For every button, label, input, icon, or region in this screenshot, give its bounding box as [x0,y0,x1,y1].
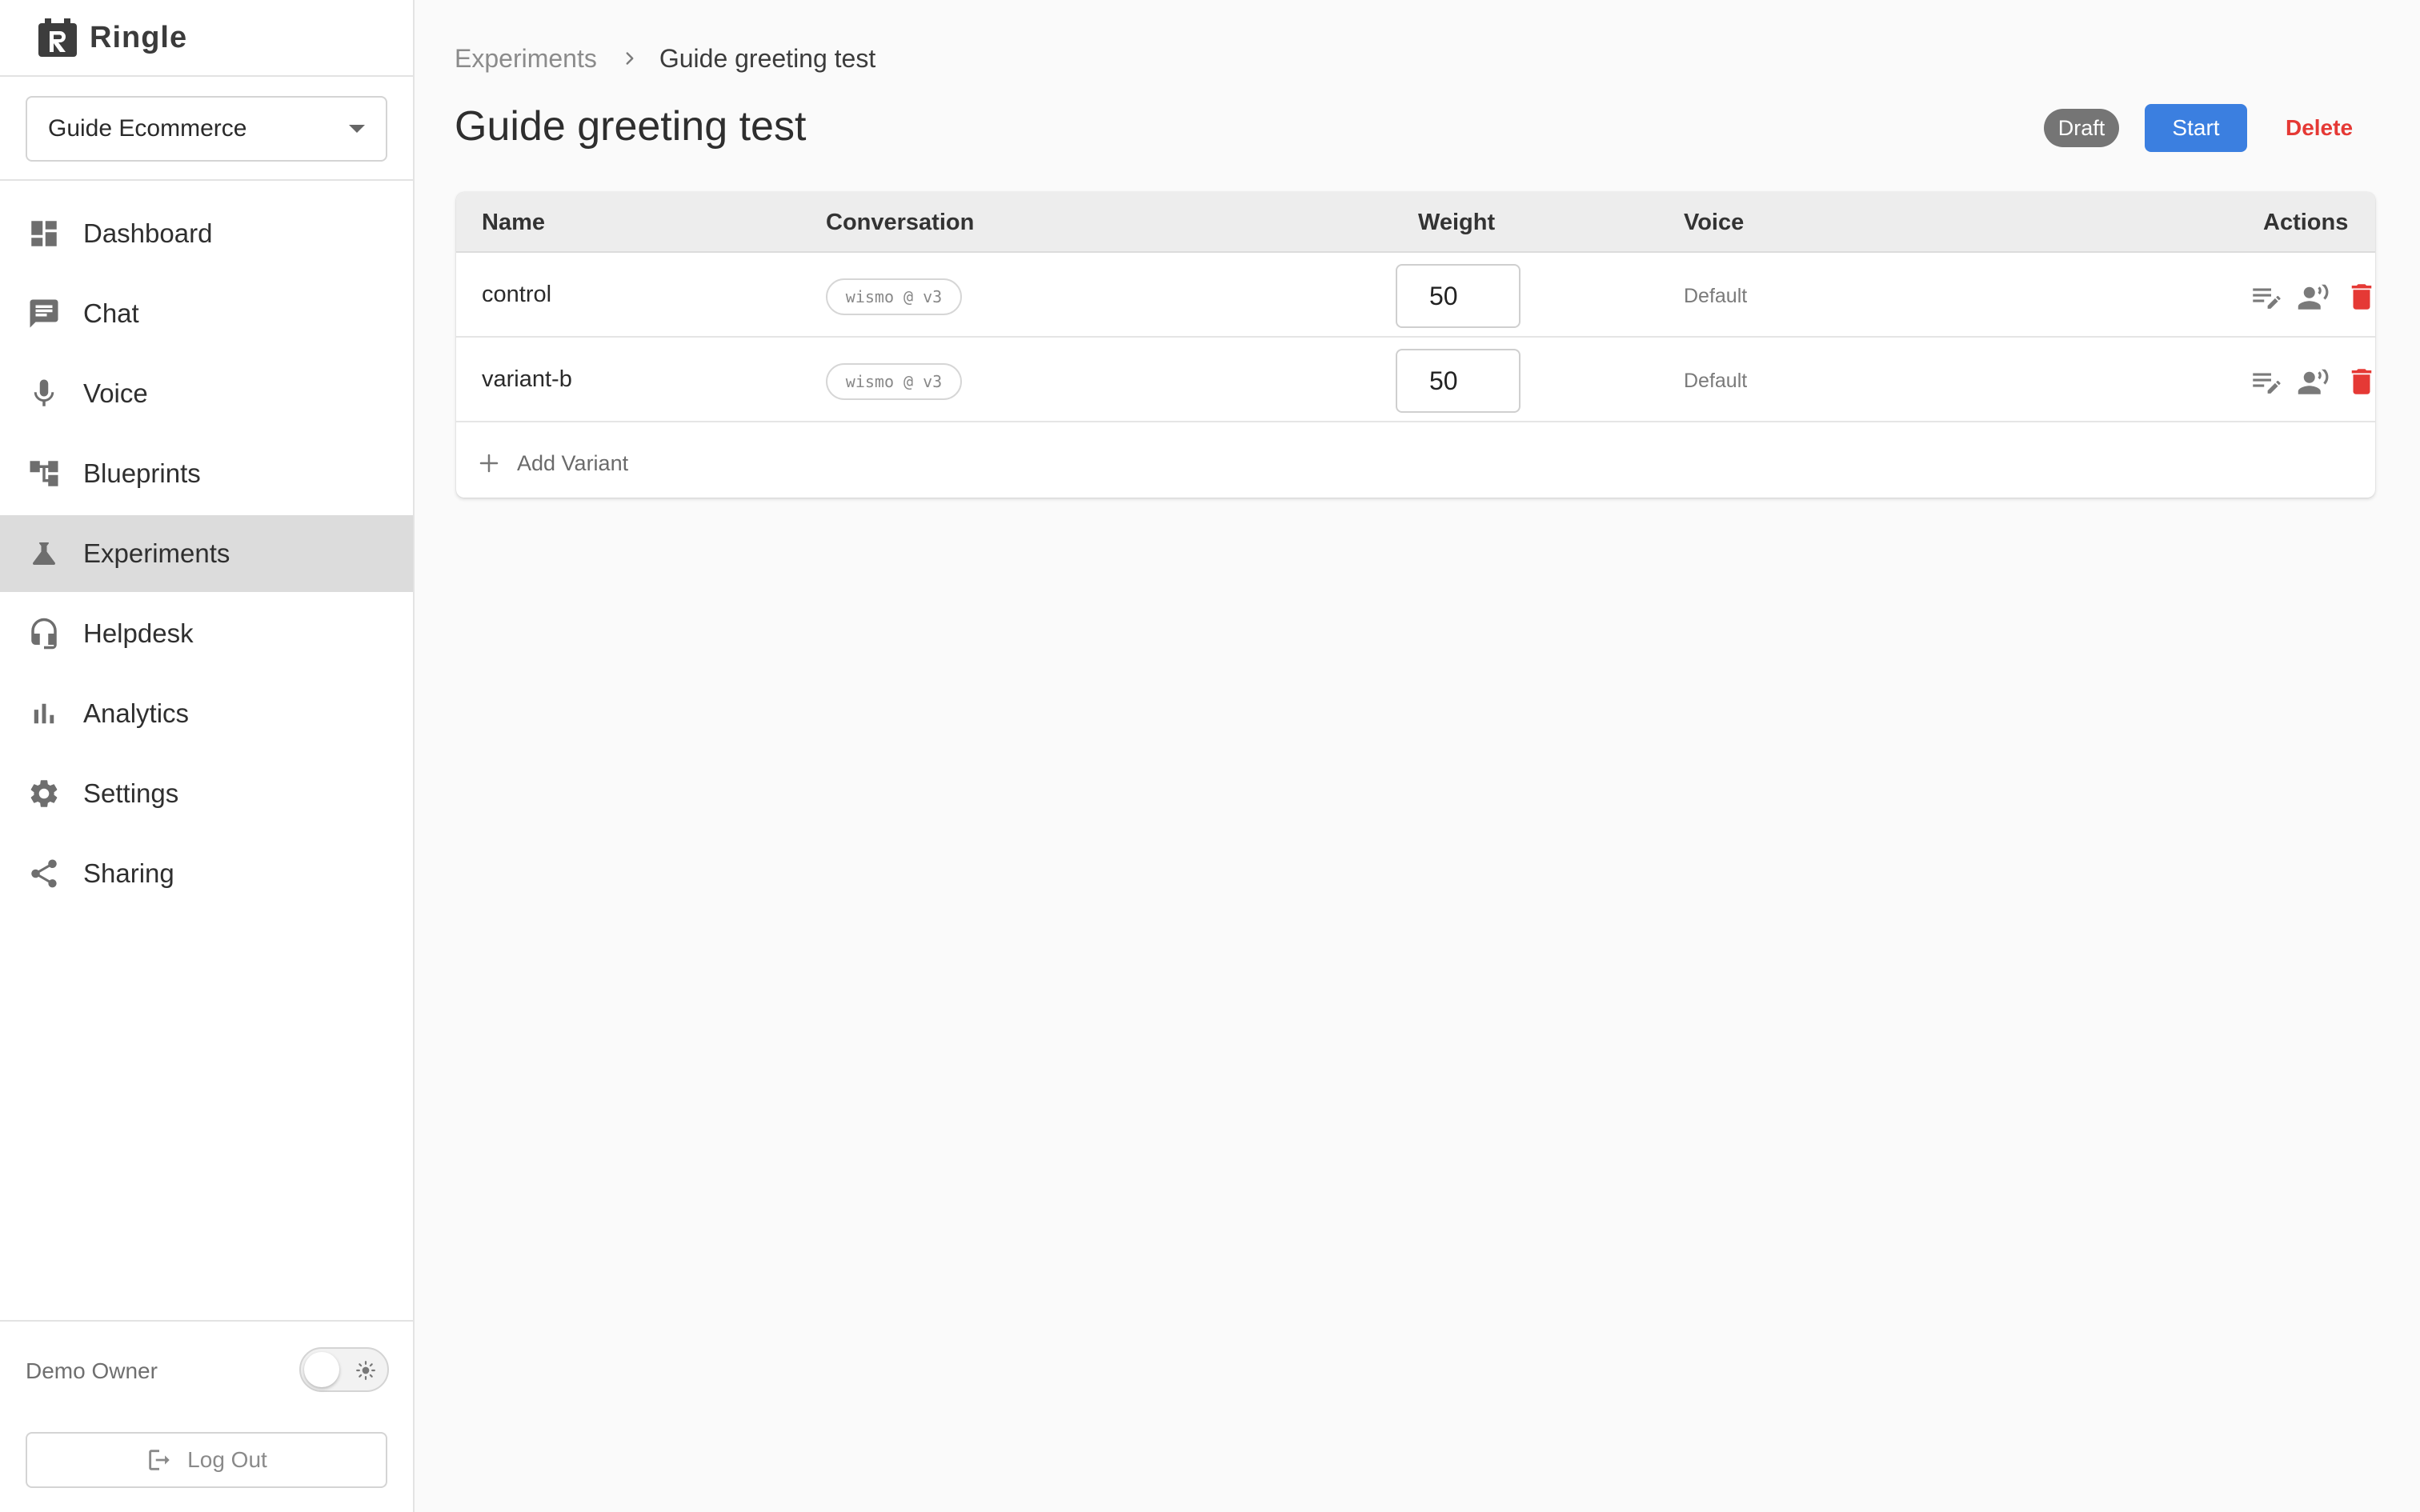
column-header-name: Name [482,210,545,235]
column-header-weight: Weight [1418,210,1496,235]
page-title: Guide greeting test [455,103,807,150]
workspace-section: Guide Ecommerce [0,77,413,181]
chat-icon [27,297,61,330]
sidebar-item-label: Helpdesk [83,618,194,648]
sun-icon [355,1360,376,1381]
status-badge: Draft [2044,109,2119,147]
logout-label: Log Out [187,1447,267,1472]
sidebar-item-dashboard[interactable]: Dashboard [0,195,413,272]
workspace-value: Guide Ecommerce [48,115,247,142]
start-button[interactable]: Start [2145,104,2247,152]
sidebar-nav: Dashboard Chat Voice Blueprints Experime… [0,195,413,915]
variant-name: control [482,282,552,307]
sidebar-footer: Demo Owner Log Out [0,1320,413,1512]
weight-input[interactable]: 50 [1396,349,1521,413]
sidebar-item-label: Experiments [83,538,230,568]
brand: Ringle [0,0,413,77]
conversation-chip[interactable]: wismo @ v3 [826,363,962,400]
logout-button[interactable]: Log Out [26,1432,387,1488]
table-row: variant-b wismo @ v3 50 Default [456,338,2375,422]
app-root: Ringle Guide Ecommerce Dashboard Chat Vo… [0,0,2420,1512]
edit-notes-icon[interactable] [2249,365,2282,398]
voice-settings-icon[interactable] [2297,280,2330,314]
column-header-voice: Voice [1684,210,1745,235]
logout-icon [146,1446,173,1474]
add-variant-label: Add Variant [517,450,629,475]
conversation-chip[interactable]: wismo @ v3 [826,278,962,315]
sidebar-item-helpdesk[interactable]: Helpdesk [0,595,413,672]
plus-icon [477,451,501,475]
sidebar-item-label: Chat [83,298,139,328]
sidebar-item-label: Settings [83,778,179,808]
sidebar-item-label: Sharing [83,858,174,888]
brand-name: Ringle [90,20,188,54]
toggle-knob [304,1352,339,1387]
add-variant-button[interactable]: Add Variant [477,443,628,483]
breadcrumb-current: Guide greeting test [659,43,876,73]
sidebar-item-experiments[interactable]: Experiments [0,515,413,592]
sidebar: Ringle Guide Ecommerce Dashboard Chat Vo… [0,0,415,1512]
blueprint-icon [27,457,61,490]
sidebar-item-label: Blueprints [83,458,201,488]
share-icon [27,857,61,890]
dashboard-icon [27,217,61,250]
table-row: control wismo @ v3 50 Default [456,253,2375,338]
table-header: Name Conversation Weight Voice Actions [456,192,2375,253]
delete-button[interactable]: Delete [2271,104,2367,152]
breadcrumb: Experiments Guide greeting test [455,38,875,78]
variants-table: Name Conversation Weight Voice Actions c… [456,192,2375,498]
user-name: Demo Owner [26,1358,158,1383]
variant-name: variant-b [482,366,572,392]
ringle-logo-icon [38,18,77,57]
column-header-actions: Actions [2263,210,2349,235]
sidebar-item-chat[interactable]: Chat [0,275,413,352]
sidebar-item-label: Analytics [83,698,190,728]
trash-icon[interactable] [2345,365,2375,398]
sidebar-item-settings[interactable]: Settings [0,755,413,832]
column-header-conversation: Conversation [826,210,975,235]
sidebar-item-blueprints[interactable]: Blueprints [0,435,413,512]
headset-icon [27,617,61,650]
flask-icon [27,537,61,570]
microphone-icon [27,377,61,410]
breadcrumb-experiments-link[interactable]: Experiments [455,44,597,74]
weight-input[interactable]: 50 [1396,264,1521,328]
voice-value: Default [1684,285,1748,307]
sidebar-item-label: Dashboard [83,218,213,248]
voice-settings-icon[interactable] [2297,365,2330,398]
sidebar-item-voice[interactable]: Voice [0,355,413,432]
main-content: Experiments Guide greeting test Guide gr… [416,0,2420,1512]
sidebar-item-sharing[interactable]: Sharing [0,835,413,912]
voice-value: Default [1684,370,1748,392]
gear-icon [27,777,61,810]
sidebar-item-label: Voice [83,378,148,408]
bar-chart-icon [27,697,61,730]
trash-icon[interactable] [2345,280,2375,314]
workspace-select[interactable]: Guide Ecommerce [26,96,387,162]
edit-notes-icon[interactable] [2249,280,2282,314]
chevron-right-icon [619,48,640,69]
theme-toggle[interactable] [299,1347,389,1392]
caret-down-icon [349,125,365,133]
sidebar-item-analytics[interactable]: Analytics [0,675,413,752]
